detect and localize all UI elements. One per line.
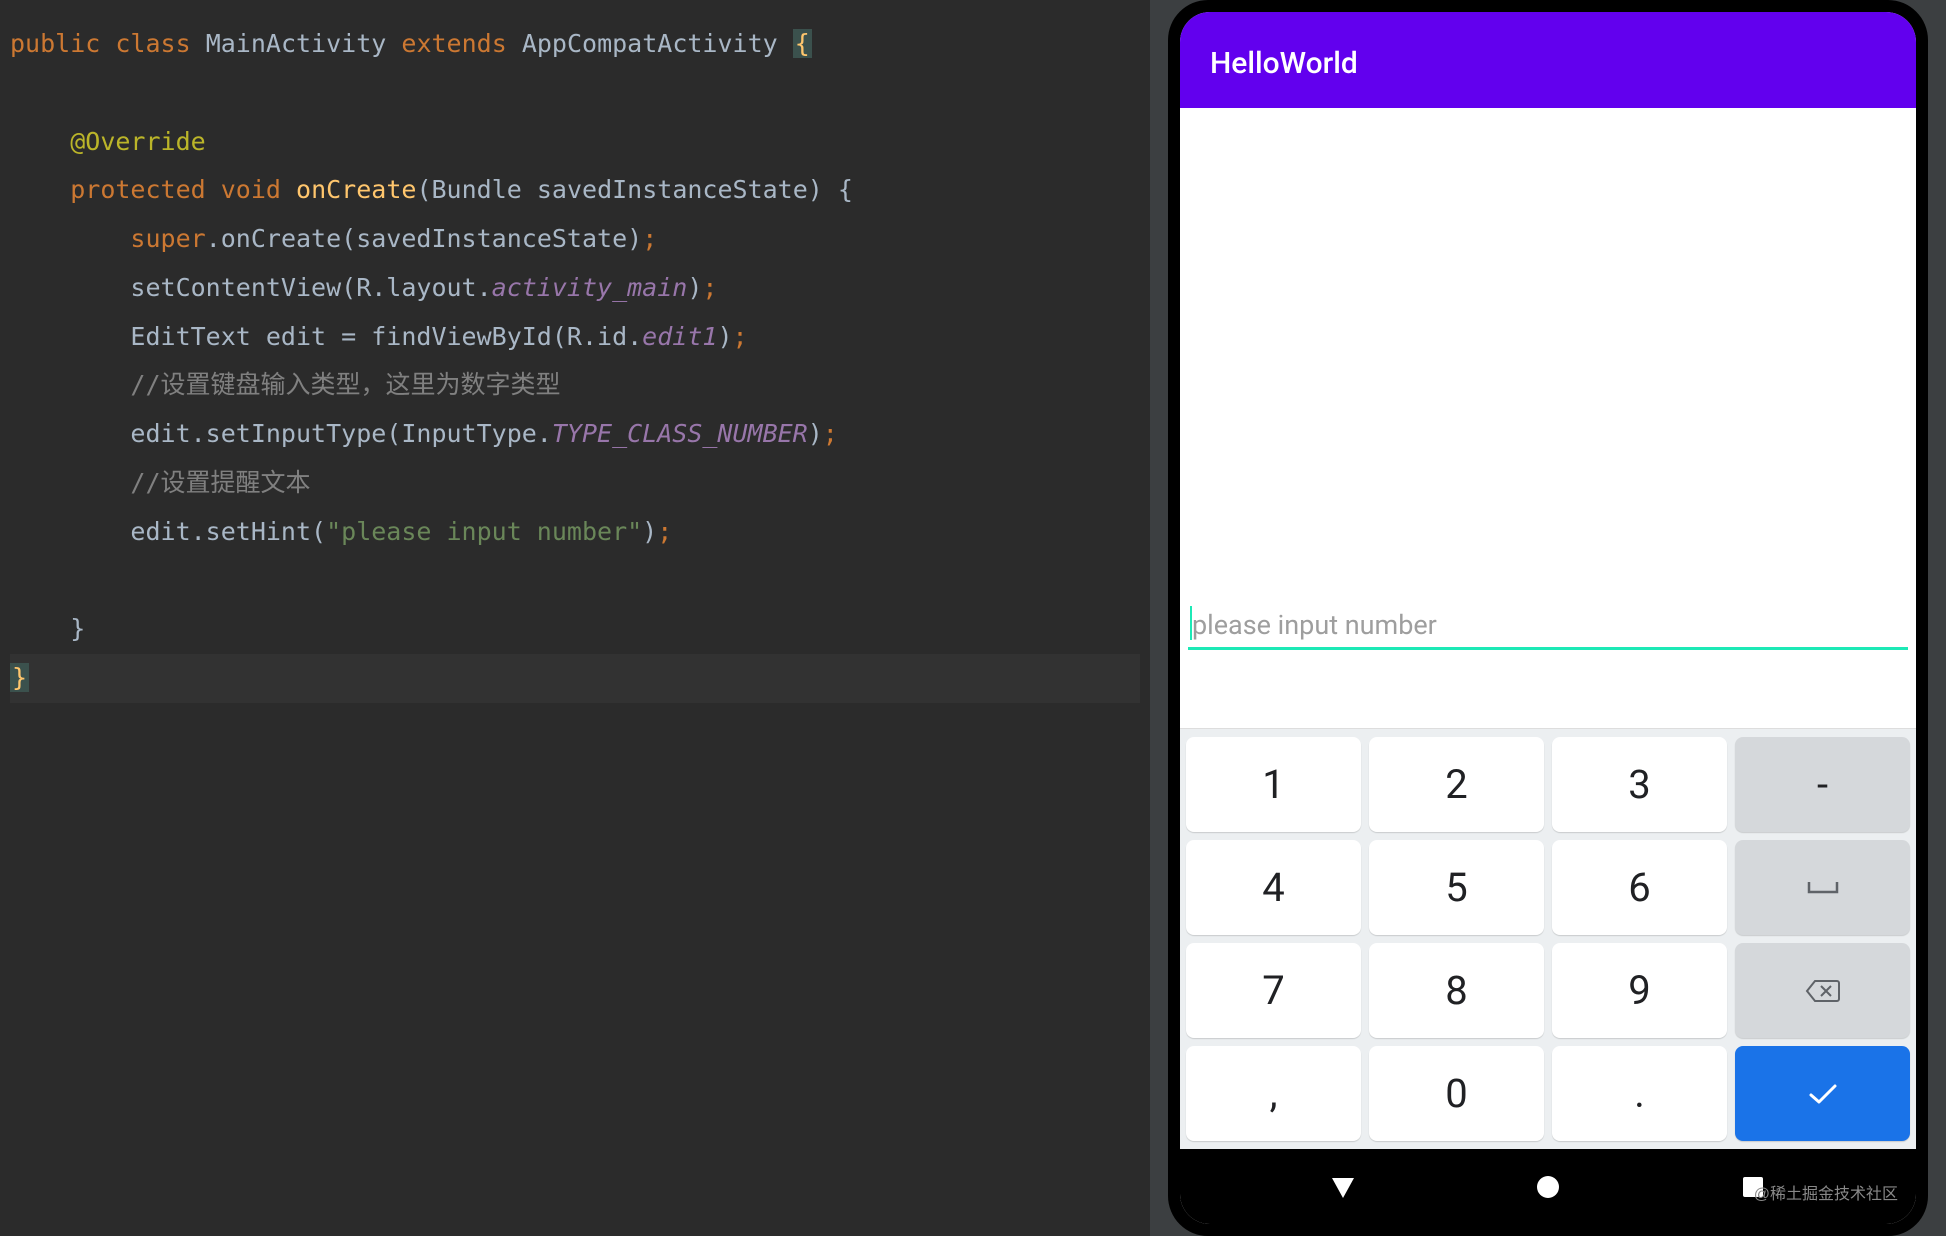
key-9[interactable]: 9 [1552, 943, 1727, 1038]
keyword-class: class [115, 29, 190, 58]
key-backspace[interactable] [1735, 943, 1910, 1038]
class-name: MainActivity [206, 29, 387, 58]
annotation-override: @Override [70, 127, 205, 156]
key-space[interactable] [1735, 840, 1910, 935]
code-line[interactable]: protected void onCreate(Bundle savedInst… [10, 166, 1140, 215]
code-editor-panel[interactable]: public class MainActivity extends AppCom… [0, 0, 1150, 1236]
code-text: ) [642, 517, 657, 546]
app-content[interactable] [1180, 108, 1916, 728]
key-8[interactable]: 8 [1369, 943, 1544, 1038]
key-2[interactable]: 2 [1369, 737, 1544, 832]
semicolon: ; [642, 224, 657, 253]
code-text: edit.setInputType(InputType. [130, 419, 551, 448]
app-bar: HelloWorld [1180, 18, 1916, 108]
code-text: EditText edit = findViewById(R.id. [130, 322, 642, 351]
code-text: edit.setHint( [130, 517, 326, 546]
nav-back-button[interactable] [1328, 1172, 1358, 1202]
emulator-panel: HelloWorld 1 2 3 - 4 5 6 [1150, 0, 1946, 1236]
code-line[interactable]: edit.setHint("please input number"); [10, 508, 1140, 557]
key-4[interactable]: 4 [1186, 840, 1361, 935]
keyword-protected: protected [70, 175, 205, 204]
app-title: HelloWorld [1210, 46, 1358, 81]
code-line[interactable]: @Override [10, 118, 1140, 167]
phone-screen: HelloWorld 1 2 3 - 4 5 6 [1180, 12, 1916, 1224]
key-6[interactable]: 6 [1552, 840, 1727, 935]
keyword-void: void [221, 175, 281, 204]
backspace-icon [1803, 977, 1843, 1005]
code-text: setContentView(R.layout. [130, 273, 491, 302]
field-ref: activity_main [492, 273, 688, 302]
brace-close: } [10, 663, 29, 692]
code-line[interactable]: //设置提醒文本 [10, 459, 1140, 508]
keyboard-row: 1 2 3 - [1186, 737, 1910, 832]
key-dash[interactable]: - [1735, 737, 1910, 832]
code-text: ) [687, 273, 702, 302]
watermark-text: @稀土掘金技术社区 [1754, 1180, 1898, 1204]
code-line[interactable]: public class MainActivity extends AppCom… [10, 20, 1140, 69]
method-name: onCreate [296, 175, 416, 204]
field-ref: edit1 [642, 322, 717, 351]
method-params: (Bundle savedInstanceState) { [416, 175, 853, 204]
keyboard-row: 7 8 9 [1186, 943, 1910, 1038]
code-line-cursor[interactable]: } [10, 654, 1140, 703]
key-7[interactable]: 7 [1186, 943, 1361, 1038]
code-line[interactable]: setContentView(R.layout.activity_main); [10, 264, 1140, 313]
semicolon: ; [733, 322, 748, 351]
edit-text-input[interactable] [1188, 603, 1908, 650]
keyword-public: public [10, 29, 100, 58]
key-dot[interactable]: . [1552, 1046, 1727, 1141]
check-icon [1805, 1080, 1841, 1108]
semicolon: ; [657, 517, 672, 546]
circle-home-icon [1536, 1175, 1560, 1199]
triangle-back-icon [1330, 1174, 1356, 1200]
key-enter[interactable] [1735, 1046, 1910, 1141]
keyword-extends: extends [401, 29, 506, 58]
semicolon: ; [702, 273, 717, 302]
code-text: ) [808, 419, 823, 448]
code-line[interactable]: EditText edit = findViewById(R.id.edit1)… [10, 313, 1140, 362]
code-line[interactable]: super.onCreate(savedInstanceState); [10, 215, 1140, 264]
comment: //设置提醒文本 [130, 468, 310, 497]
code-line[interactable] [10, 556, 1140, 605]
brace-open: { [793, 29, 812, 58]
code-text: .onCreate(savedInstanceState) [206, 224, 643, 253]
code-line[interactable] [10, 69, 1140, 118]
soft-keyboard: 1 2 3 - 4 5 6 7 8 9 [1180, 728, 1916, 1149]
code-text: ) [717, 322, 732, 351]
key-1[interactable]: 1 [1186, 737, 1361, 832]
code-line[interactable]: //设置键盘输入类型，这里为数字类型 [10, 361, 1140, 410]
key-comma[interactable]: , [1186, 1046, 1361, 1141]
navigation-bar: @稀土掘金技术社区 [1180, 1149, 1916, 1224]
nav-home-button[interactable] [1533, 1172, 1563, 1202]
key-0[interactable]: 0 [1369, 1046, 1544, 1141]
code-line[interactable]: } [10, 605, 1140, 654]
key-5[interactable]: 5 [1369, 840, 1544, 935]
code-line[interactable]: edit.setInputType(InputType.TYPE_CLASS_N… [10, 410, 1140, 459]
keyword-super: super [130, 224, 205, 253]
space-icon [1805, 878, 1841, 898]
static-field: TYPE_CLASS_NUMBER [552, 419, 808, 448]
key-3[interactable]: 3 [1552, 737, 1727, 832]
brace-close: } [70, 614, 85, 643]
string-literal: "please input number" [326, 517, 642, 546]
parent-class: AppCompatActivity [522, 29, 778, 58]
phone-frame: HelloWorld 1 2 3 - 4 5 6 [1168, 0, 1928, 1236]
semicolon: ; [823, 419, 838, 448]
keyboard-row: 4 5 6 [1186, 840, 1910, 935]
keyboard-row: , 0 . [1186, 1046, 1910, 1141]
comment: //设置键盘输入类型，这里为数字类型 [130, 370, 560, 399]
